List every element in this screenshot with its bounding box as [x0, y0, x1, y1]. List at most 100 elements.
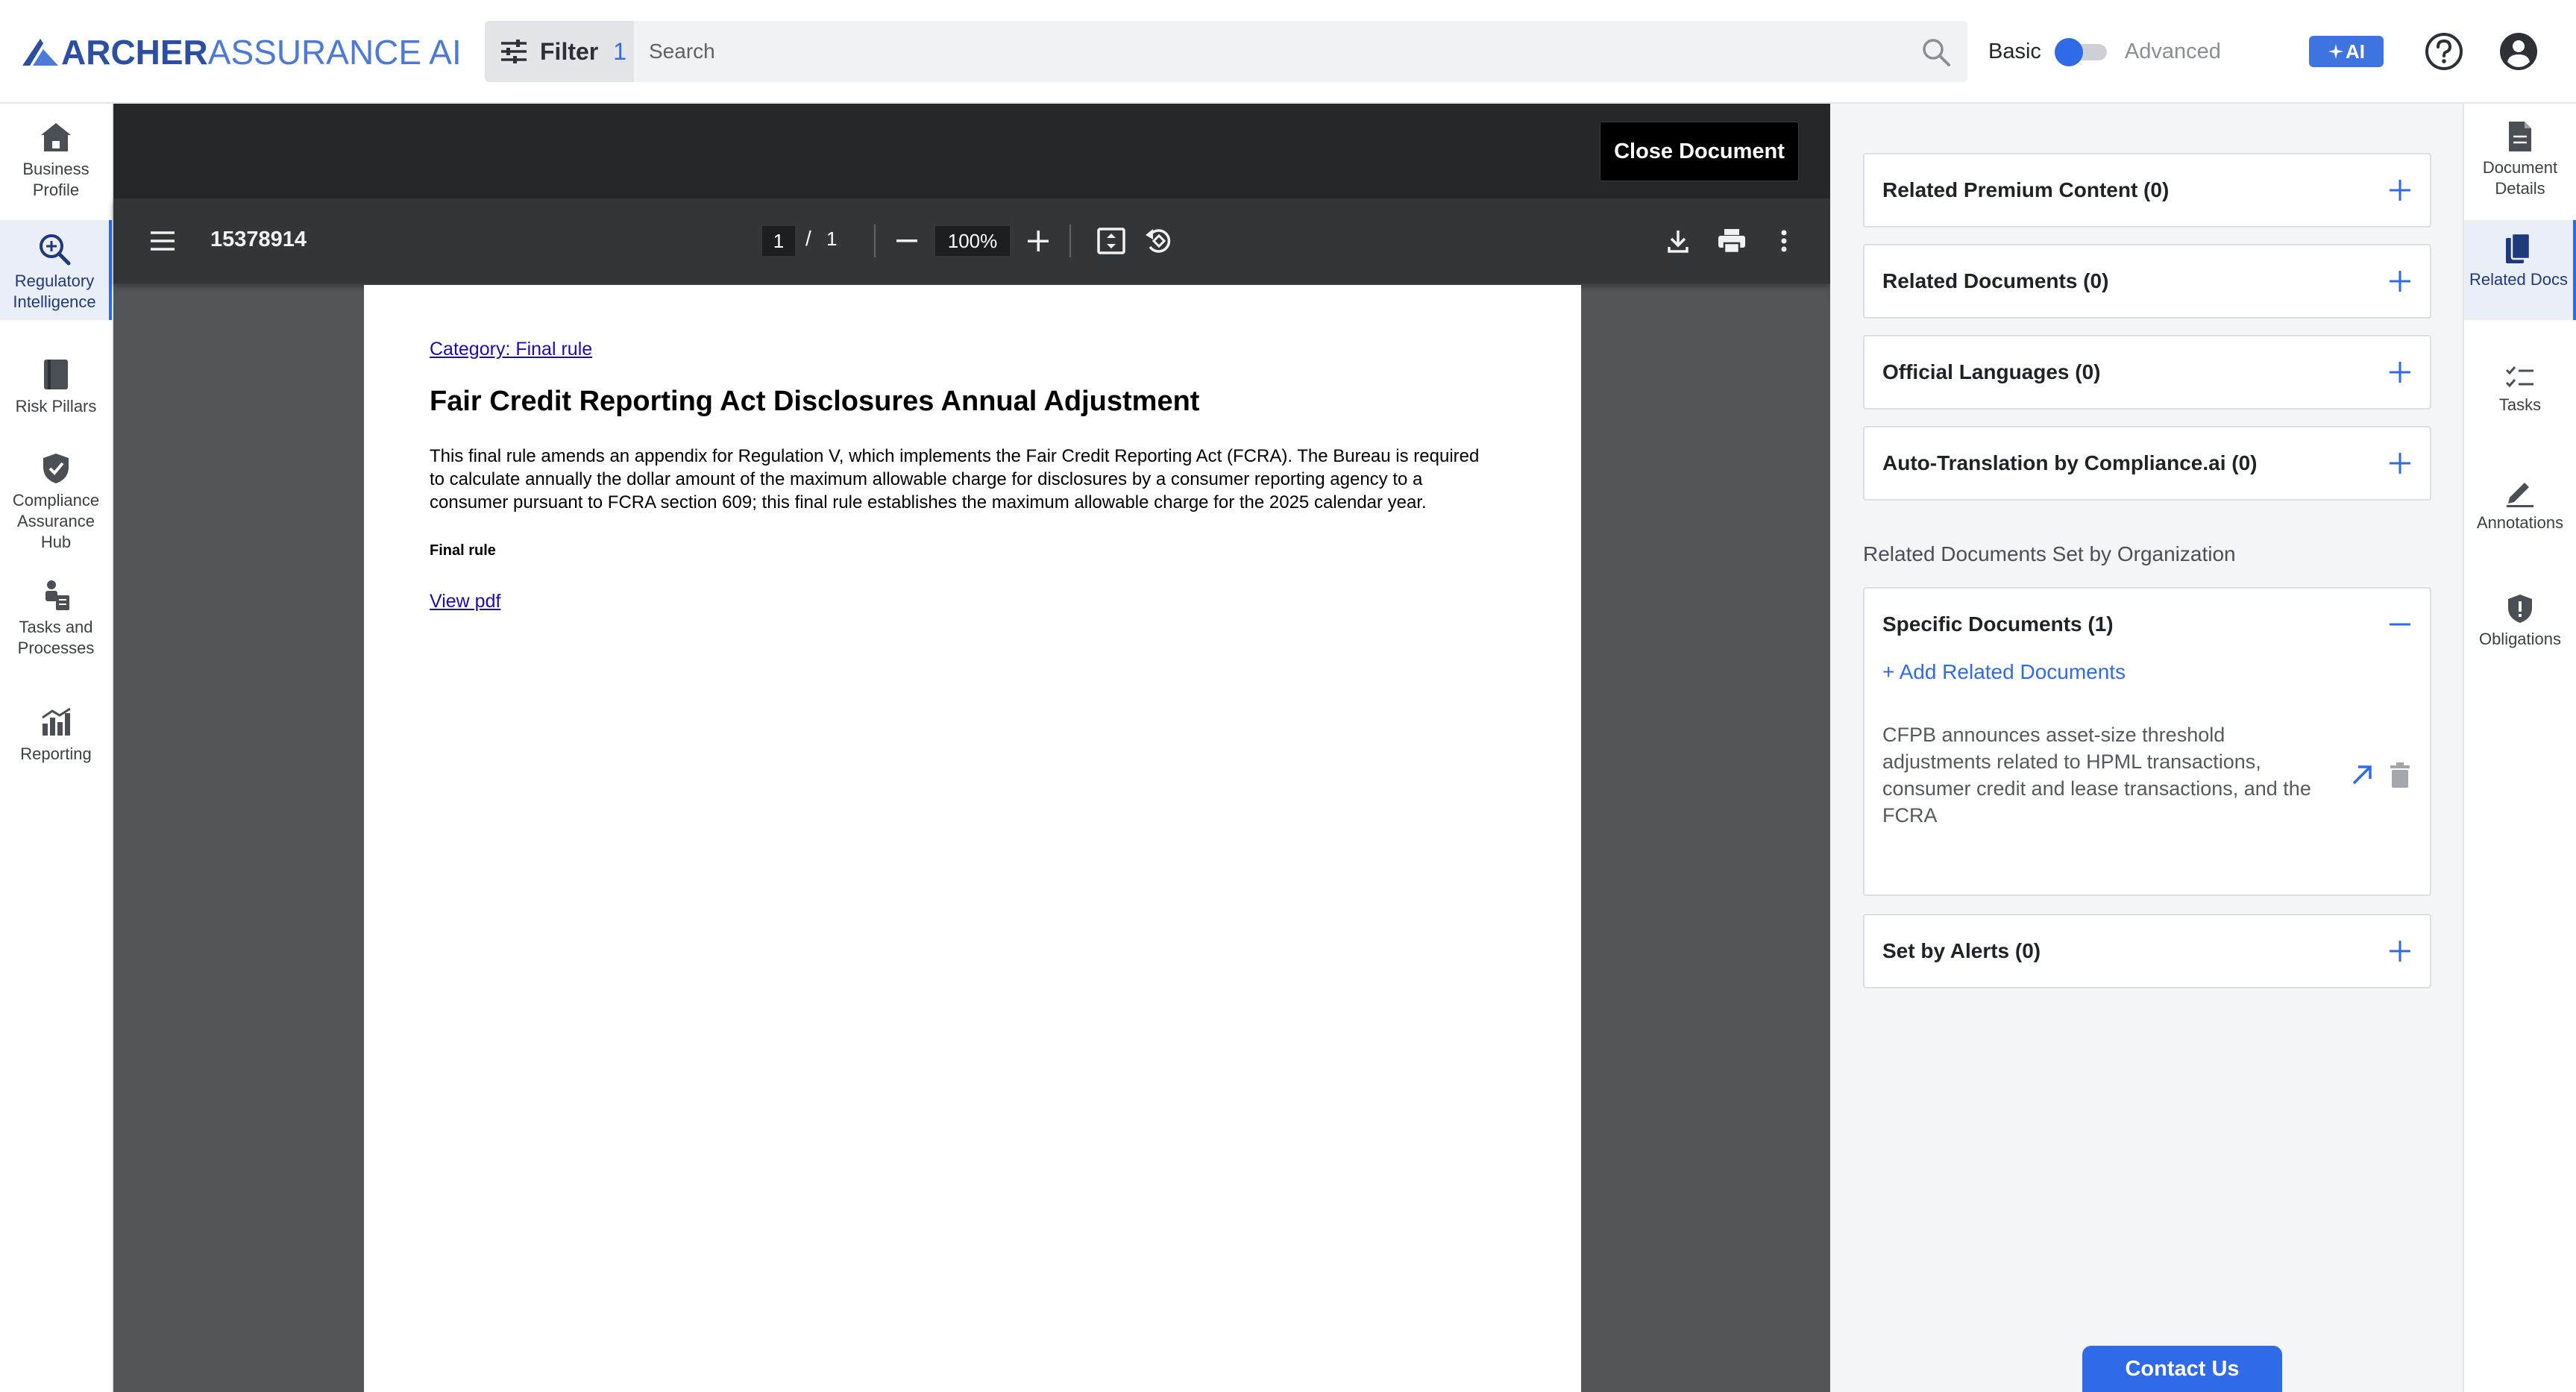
card-title: Specific Documents (1) [1882, 612, 2114, 636]
document-viewer: Close Document 15378914 1 / 1 100% Categ… [113, 104, 1830, 1392]
expand-plus-icon[interactable] [2388, 939, 2412, 963]
logo-mark-icon [22, 39, 58, 66]
card-set-by-alerts[interactable]: Set by Alerts (0) [1863, 914, 2431, 988]
rail-label: Obligations [2478, 630, 2562, 648]
card-official-languages[interactable]: Official Languages (0) [1863, 335, 2431, 410]
related-document-item: CFPB announces asset-size threshold adju… [1865, 721, 2430, 829]
delete-trash-icon[interactable] [2390, 762, 2410, 788]
more-options-icon[interactable] [1769, 225, 1799, 257]
filter-label: Filter [540, 37, 599, 65]
add-related-documents-link[interactable]: + Add Related Documents [1865, 660, 2430, 684]
page-total: 1 [826, 228, 838, 250]
collapse-minus-icon[interactable] [2388, 612, 2412, 636]
card-related-documents[interactable]: Related Documents (0) [1863, 244, 2431, 319]
card-auto-translation[interactable]: Auto-Translation by Compliance.ai (0) [1863, 426, 2431, 501]
search-icon[interactable] [1921, 37, 1951, 67]
related-document-title: CFPB announces asset-size threshold adju… [1882, 724, 2311, 827]
pdf-file-name: 15378914 [210, 228, 307, 251]
open-external-arrow-icon[interactable] [2349, 762, 2375, 788]
right-tool-rail: Document Details Related Docs Tasks Anno… [2463, 104, 2576, 1392]
rail-item-document-details[interactable]: Document Details [2464, 120, 2576, 210]
category-link[interactable]: Category: Final rule [430, 339, 1515, 360]
card-title: Set by Alerts (0) [1882, 939, 2041, 962]
zoom-in-icon[interactable] [1023, 226, 1053, 256]
checklist-icon [2505, 366, 2533, 388]
pdf-page: Category: Final rule Fair Credit Reporti… [364, 285, 1581, 1392]
brand-name-bold: ARCHER [61, 33, 208, 72]
card-title: Official Languages (0) [1882, 360, 2101, 383]
toolbar-divider [874, 225, 876, 257]
shield-check-icon [39, 451, 73, 486]
pdf-toolbar: 15378914 1 / 1 100% [113, 198, 1830, 283]
nav-label: Reporting [20, 744, 92, 763]
shield-alert-icon [2508, 595, 2532, 623]
card-title: Auto-Translation by Compliance.ai (0) [1882, 451, 2258, 474]
search-zoom-icon [37, 232, 72, 266]
page-separator: / [805, 227, 811, 250]
mode-basic-label[interactable]: Basic [1988, 40, 2041, 64]
rotate-icon[interactable] [1143, 225, 1175, 257]
book-icon [39, 357, 73, 392]
pencil-icon [2507, 483, 2533, 507]
rail-label: Annotations [2476, 513, 2564, 532]
zoom-out-icon[interactable] [892, 226, 922, 256]
user-account-icon[interactable] [2498, 31, 2539, 72]
nav-label: Compliance Assurance Hub [12, 491, 100, 551]
nav-item-regulatory-intelligence[interactable]: Regulatory Intelligence [0, 220, 112, 320]
rail-item-obligations[interactable]: Obligations [2464, 593, 2576, 675]
card-related-premium-content[interactable]: Related Premium Content (0) [1863, 153, 2431, 228]
related-docs-icon [2506, 232, 2531, 263]
card-specific-documents: Specific Documents (1) + Add Related Doc… [1863, 587, 2431, 896]
nav-item-business-profile[interactable]: Business Profile [0, 120, 112, 210]
chart-icon [39, 705, 73, 739]
rail-label: Tasks [2498, 395, 2542, 414]
toolbar-divider [1069, 225, 1071, 257]
nav-label: Business Profile [22, 160, 89, 199]
document-icon [2509, 122, 2531, 151]
nav-label: Regulatory Intelligence [13, 272, 96, 311]
nav-label: Risk Pillars [15, 397, 97, 416]
home-icon [39, 120, 73, 154]
menu-icon[interactable] [148, 226, 178, 256]
tasks-person-icon [39, 578, 73, 612]
nav-item-tasks-and-processes[interactable]: Tasks and Processes [0, 578, 112, 668]
search-mode-switch: Basic Advanced [1988, 33, 2221, 70]
rail-label: Document Details [2482, 158, 2558, 198]
viewer-top-bar: Close Document [113, 104, 1830, 198]
nav-item-reporting[interactable]: Reporting [0, 705, 112, 780]
view-pdf-link[interactable]: View pdf [430, 591, 500, 612]
download-icon[interactable] [1662, 225, 1694, 257]
card-title: Related Documents (0) [1882, 269, 2109, 292]
search-input[interactable] [649, 40, 1879, 63]
nav-label: Tasks and Processes [17, 618, 95, 657]
brand-logo[interactable]: ARCHER ASSURANCE AI [21, 33, 462, 72]
zoom-level-input[interactable]: 100% [935, 226, 1010, 256]
mode-toggle[interactable] [2054, 38, 2110, 66]
page-number-input[interactable]: 1 [762, 226, 795, 256]
help-icon[interactable] [2424, 31, 2464, 72]
rail-label: Related Docs [2469, 270, 2569, 289]
brand-name-light: ASSURANCE AI [207, 33, 462, 72]
document-type-label: Final rule [430, 542, 496, 559]
close-document-button[interactable]: Close Document [1600, 122, 1799, 181]
search-bar [634, 21, 1967, 82]
card-title: Related Premium Content (0) [1882, 178, 2170, 201]
mode-advanced-label[interactable]: Advanced [2125, 40, 2221, 64]
rail-item-annotations[interactable]: Annotations [2464, 477, 2576, 559]
org-section-label: Related Documents Set by Organization [1863, 542, 2236, 565]
rail-item-related-docs[interactable]: Related Docs [2464, 220, 2576, 320]
expand-plus-icon[interactable] [2388, 269, 2412, 293]
related-docs-panel: Related Premium Content (0) Related Docu… [1830, 104, 2463, 1392]
nav-item-compliance-assurance-hub[interactable]: Compliance Assurance Hub [0, 451, 112, 556]
nav-item-risk-pillars[interactable]: Risk Pillars [0, 357, 112, 432]
print-icon[interactable] [1715, 225, 1748, 257]
expand-plus-icon[interactable] [2388, 451, 2412, 475]
ai-button[interactable]: AI [2309, 36, 2384, 67]
contact-us-button[interactable]: Contact Us [2082, 1346, 2282, 1392]
filter-button[interactable]: Filter 1 [485, 21, 634, 82]
rail-item-tasks[interactable]: Tasks [2464, 365, 2576, 439]
fit-page-icon[interactable] [1095, 225, 1128, 257]
expand-plus-icon[interactable] [2388, 360, 2412, 384]
expand-plus-icon[interactable] [2388, 178, 2412, 202]
document-body: This final rule amends an appendix for R… [430, 446, 1480, 512]
